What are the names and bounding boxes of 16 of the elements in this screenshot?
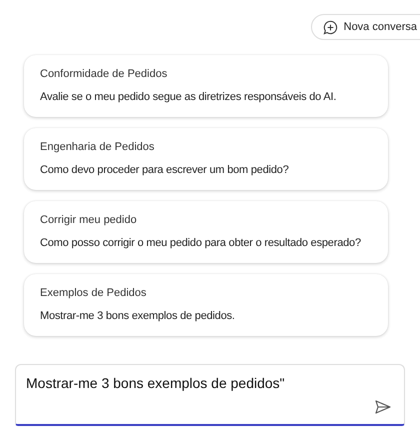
card-text: Avalie se o meu pedido segue as diretrizes responsáveis do AI.	[40, 90, 338, 104]
suggestion-card[interactable]: Engenharia de Pedidos Como devo proceder para escrever um bom pedido?	[24, 128, 388, 190]
card-text: Como posso corrigir o meu pedido para obter o resultado esperado?	[40, 236, 362, 250]
card-title: Conformidade de Pedidos	[40, 67, 168, 81]
message-input[interactable]: Mostrar-me 3 bons exemplos de pedidos"	[15, 364, 405, 426]
card-title: Corrigir meu pedido	[40, 213, 138, 227]
card-text: Mostrar-me 3 bons exemplos de pedidos.	[40, 309, 236, 323]
send-icon[interactable]	[375, 400, 391, 414]
card-text: Como devo proceder para escrever um bom pedido?	[40, 163, 290, 177]
card-title: Exemplos de Pedidos	[40, 286, 148, 300]
card-title: Engenharia de Pedidos	[40, 140, 156, 154]
suggestion-card[interactable]: Corrigir meu pedido Como posso corrigir o meu pedido para obter o resultado esperado?	[24, 201, 388, 263]
chat-plus-icon	[322, 20, 338, 34]
new-chat-button[interactable]: Nova conversa	[310, 14, 420, 40]
suggestion-card[interactable]: Exemplos de Pedidos Mostrar-me 3 bons exemplos de pedidos.	[24, 274, 388, 336]
suggestion-card[interactable]: Conformidade de Pedidos Avalie se o meu pedido segue as diretrizes responsáveis do AI.	[24, 55, 388, 117]
